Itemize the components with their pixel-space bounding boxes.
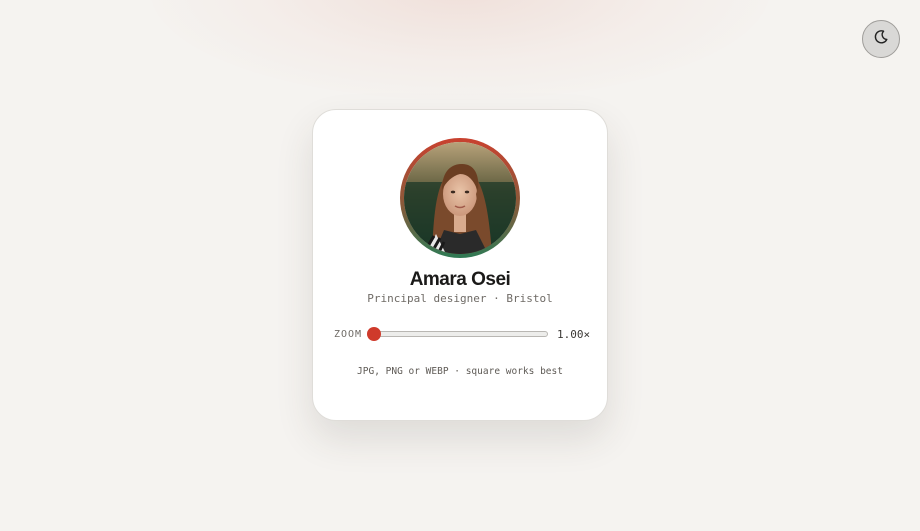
- background-glow: [150, 0, 770, 100]
- avatar[interactable]: [404, 142, 516, 254]
- upload-hint: JPG, PNG or WEBP · square works best: [357, 366, 563, 377]
- zoom-label: ZOOM: [334, 329, 363, 340]
- theme-toggle-button[interactable]: [862, 20, 900, 58]
- profile-role: Principal designer · Bristol: [367, 292, 553, 305]
- profile-photo: [404, 142, 516, 254]
- zoom-slider-track[interactable]: [371, 331, 548, 337]
- profile-name: Amara Osei: [409, 269, 511, 290]
- zoom-value: 1.00×: [557, 328, 591, 341]
- profile-card: Amara Osei Principal designer · Bristol …: [312, 109, 608, 421]
- zoom-slider-thumb[interactable]: [367, 327, 381, 341]
- moon-icon: [873, 29, 889, 50]
- avatar-ring: [400, 138, 520, 258]
